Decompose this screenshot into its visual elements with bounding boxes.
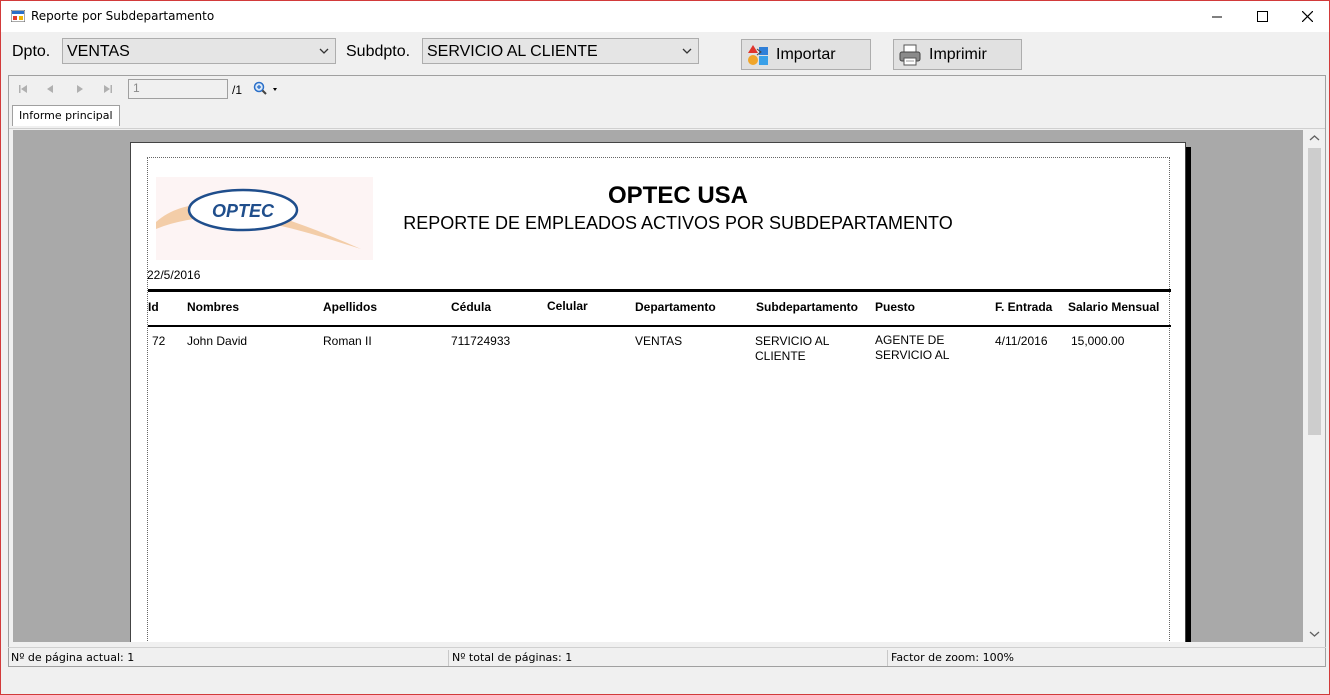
maximize-button[interactable] — [1239, 1, 1285, 32]
status-separator — [448, 650, 449, 666]
report-tabstrip: Informe principal — [9, 104, 1325, 129]
report-body: OPTEC OPTEC USA REPORTE DE EMPLEADOS ACT… — [147, 157, 1171, 642]
import-button[interactable]: Importar — [741, 39, 871, 70]
header-bottom-rule — [148, 325, 1171, 327]
viewer-toolbar: 1 /1 — [9, 76, 1325, 104]
report-date: 22/5/2016 — [147, 268, 201, 282]
chevron-down-icon — [682, 48, 692, 54]
cell-id: 72 — [152, 334, 166, 348]
tab-informe-principal[interactable]: Informe principal — [12, 105, 120, 126]
column-header-subdepartamento: Subdepartamento — [756, 300, 859, 314]
column-header-cedula: Cédula — [451, 300, 492, 314]
status-bar: Nº de página actual: 1 Nº total de págin… — [8, 647, 1326, 668]
dept-label: Dpto. — [12, 43, 51, 60]
column-header-nombres: Nombres — [187, 300, 240, 314]
column-header-apellidos: Apellidos — [323, 300, 378, 314]
last-page-icon[interactable] — [103, 84, 113, 94]
scroll-down-icon[interactable] — [1309, 630, 1320, 638]
report-window: Reporte por Subdepartamento Dpto. VENTAS… — [0, 0, 1330, 695]
status-zoom: Factor de zoom: 100% — [891, 651, 1015, 664]
import-button-label: Importar — [776, 46, 836, 63]
maximize-icon — [1256, 11, 1268, 22]
report-canvas: OPTEC OPTEC USA REPORTE DE EMPLEADOS ACT… — [13, 130, 1303, 642]
cell-f-entrada: 4/11/2016 — [995, 334, 1048, 348]
report-viewer: 1 /1 Informe principal OPTEC OPTEC USA R… — [8, 75, 1326, 667]
column-header-departamento: Departamento — [635, 300, 716, 314]
subdept-select-value: SERVICIO AL CLIENTE — [427, 43, 598, 60]
column-header-celular: Celular — [547, 299, 588, 313]
minimize-button[interactable] — [1194, 1, 1240, 32]
report-page: OPTEC OPTEC USA REPORTE DE EMPLEADOS ACT… — [130, 142, 1186, 642]
column-header-salario: Salario Mensual — [1068, 300, 1160, 314]
dept-select-value: VENTAS — [67, 43, 130, 60]
dept-select[interactable]: VENTAS — [62, 38, 336, 64]
title-bar: Reporte por Subdepartamento — [1, 1, 1329, 32]
header-top-rule — [148, 289, 1171, 292]
cell-nombres: John David — [187, 334, 248, 348]
cell-cedula: 711724933 — [451, 334, 511, 348]
chevron-down-icon — [319, 48, 329, 54]
previous-page-icon[interactable] — [45, 84, 55, 94]
print-button-label: Imprimir — [929, 46, 987, 63]
company-name: OPTEC USA — [607, 182, 748, 209]
close-icon — [1301, 11, 1313, 22]
cell-salario: 15,000.00 — [1071, 334, 1125, 348]
page-number-input[interactable]: 1 — [128, 79, 228, 99]
first-page-icon[interactable] — [18, 84, 28, 94]
close-button[interactable] — [1284, 1, 1330, 32]
next-page-icon[interactable] — [75, 84, 85, 94]
column-header-id: Id — [148, 300, 159, 314]
app-icon — [11, 10, 25, 22]
column-header-f-entrada: F. Entrada — [995, 300, 1053, 314]
report-title: REPORTE DE EMPLEADOS ACTIVOS POR SUBDEPA… — [403, 213, 953, 233]
zoom-icon[interactable] — [253, 81, 279, 97]
cell-puesto: AGENTE DE SERVICIO AL — [875, 333, 950, 362]
printer-icon — [899, 44, 921, 66]
column-header-puesto: Puesto — [875, 300, 916, 314]
subdept-label: Subdpto. — [346, 43, 411, 60]
cell-subdepartamento: SERVICIO AL CLIENTE — [755, 334, 830, 363]
scrollbar-thumb[interactable] — [1308, 148, 1321, 435]
print-button[interactable]: Imprimir — [893, 39, 1022, 70]
cell-apellidos: Roman II — [323, 334, 372, 348]
import-icon — [748, 45, 768, 65]
vertical-scrollbar[interactable] — [1306, 130, 1323, 642]
status-separator — [887, 650, 888, 666]
subdept-select[interactable]: SERVICIO AL CLIENTE — [422, 38, 699, 64]
status-current-page: Nº de página actual: 1 — [11, 651, 135, 664]
scroll-up-icon[interactable] — [1309, 134, 1320, 142]
status-total-pages: Nº total de páginas: 1 — [452, 651, 573, 664]
window-title: Reporte por Subdepartamento — [31, 9, 215, 23]
minimize-icon — [1212, 16, 1222, 17]
cell-departamento: VENTAS — [635, 334, 683, 348]
page-total: /1 — [232, 83, 243, 97]
